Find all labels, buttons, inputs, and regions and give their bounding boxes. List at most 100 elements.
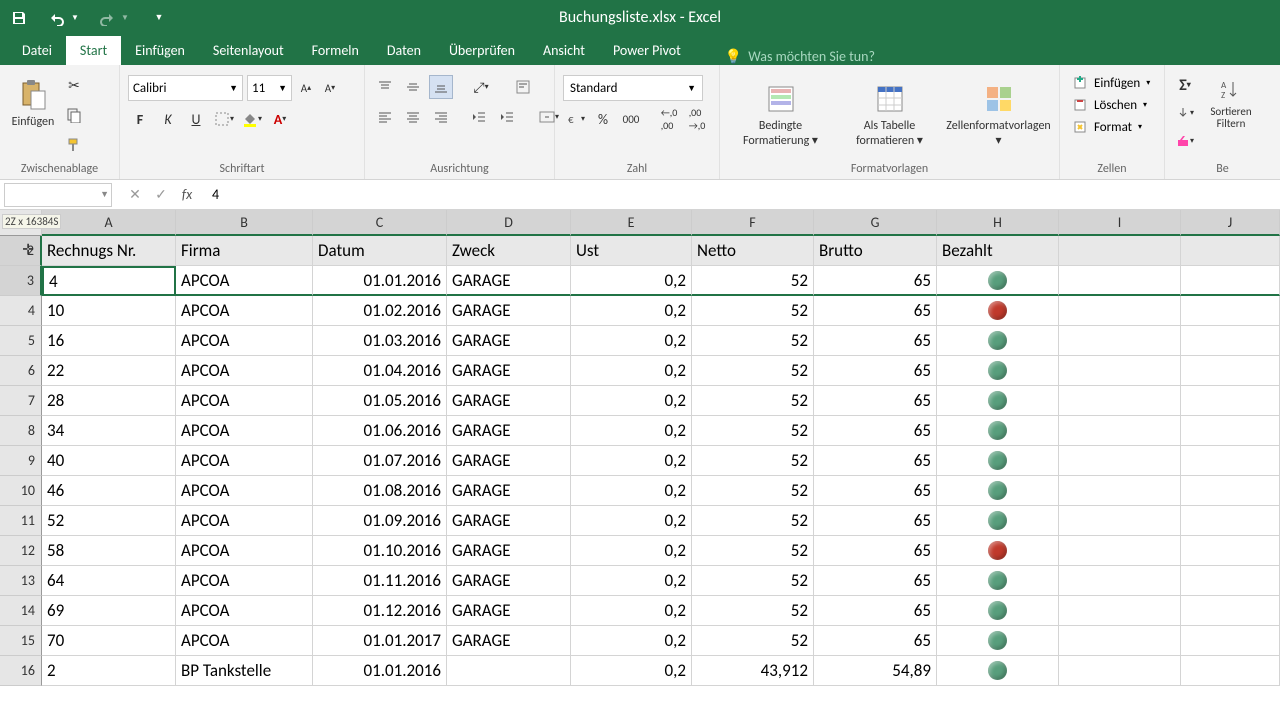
align-left-button[interactable]	[373, 105, 397, 129]
cell[interactable]: 52	[692, 596, 814, 626]
tab-formeln[interactable]: Formeln	[298, 36, 373, 65]
cell[interactable]: 01.04.2016	[313, 356, 447, 386]
cell[interactable]	[1181, 476, 1280, 506]
increase-indent-button[interactable]	[495, 105, 519, 129]
cell[interactable]	[937, 446, 1059, 476]
cell[interactable]: GARAGE	[447, 506, 571, 536]
column-header-D[interactable]: D	[447, 210, 571, 236]
cell[interactable]: 01.09.2016	[313, 506, 447, 536]
cell[interactable]: APCOA	[176, 626, 313, 656]
cell[interactable]: 01.01.2017	[313, 626, 447, 656]
column-header-F[interactable]: F	[692, 210, 814, 236]
cell[interactable]: 0,2	[571, 536, 692, 566]
tab-daten[interactable]: Daten	[373, 36, 435, 65]
row-header[interactable]: 5	[0, 326, 42, 356]
cell[interactable]	[1059, 626, 1181, 656]
tab-powerpivot[interactable]: Power Pivot	[599, 36, 695, 65]
cells-delete-button[interactable]: Löschen▾	[1068, 95, 1151, 115]
row-header[interactable]: 4	[0, 296, 42, 326]
borders-button[interactable]: ▾	[212, 107, 236, 131]
cell[interactable]: 0,2	[571, 326, 692, 356]
cell[interactable]	[1059, 476, 1181, 506]
row-header[interactable]: 11	[0, 506, 42, 536]
cell[interactable]: 64	[42, 566, 176, 596]
cell[interactable]: 54,89	[814, 656, 937, 686]
cells-insert-button[interactable]: Einfügen▾	[1068, 73, 1154, 93]
cell[interactable]	[1181, 296, 1280, 326]
cell[interactable]: Bezahlt	[937, 236, 1059, 266]
cell[interactable]: GARAGE	[447, 416, 571, 446]
cell[interactable]	[937, 506, 1059, 536]
cell[interactable]: 0,2	[571, 296, 692, 326]
cell[interactable]: 2	[42, 656, 176, 686]
cell[interactable]	[937, 656, 1059, 686]
bold-button[interactable]: F	[128, 107, 152, 131]
cell[interactable]: 01.03.2016	[313, 326, 447, 356]
cell[interactable]: 01.01.2016	[313, 656, 447, 686]
autosum-button[interactable]: Σ▾	[1173, 73, 1197, 97]
decrease-font-button[interactable]: A▾	[320, 78, 340, 98]
cell[interactable]: 65	[814, 326, 937, 356]
cell[interactable]: 52	[692, 506, 814, 536]
cell[interactable]: GARAGE	[447, 536, 571, 566]
cell[interactable]: Brutto	[814, 236, 937, 266]
decrease-decimal-button[interactable]: ,00→,0	[685, 107, 709, 131]
cell[interactable]: GARAGE	[447, 446, 571, 476]
tab-start[interactable]: Start	[66, 36, 121, 65]
cell[interactable]	[1181, 566, 1280, 596]
tab-ansicht[interactable]: Ansicht	[529, 36, 599, 65]
clear-button[interactable]: ▾	[1173, 129, 1197, 153]
cell[interactable]	[1181, 536, 1280, 566]
cell[interactable]: 10	[42, 296, 176, 326]
cell[interactable]	[1181, 326, 1280, 356]
cell[interactable]	[1181, 626, 1280, 656]
font-color-button[interactable]: A▾	[268, 107, 292, 131]
orientation-button[interactable]: ⤢▾	[469, 75, 493, 99]
cell[interactable]: 0,2	[571, 566, 692, 596]
cell[interactable]: 65	[814, 566, 937, 596]
row-header[interactable]: 13	[0, 566, 42, 596]
cell[interactable]: 01.06.2016	[313, 416, 447, 446]
cell[interactable]: 52	[692, 266, 814, 296]
cell[interactable]: APCOA	[176, 536, 313, 566]
cell[interactable]: 52	[692, 476, 814, 506]
cell[interactable]: GARAGE	[447, 356, 571, 386]
cell[interactable]: 65	[814, 266, 937, 296]
tab-ueberpruefen[interactable]: Überprüfen	[435, 36, 529, 65]
cell[interactable]	[937, 296, 1059, 326]
cell[interactable]	[447, 656, 571, 686]
accounting-format-button[interactable]: €▾	[563, 107, 587, 131]
cell[interactable]: BP Tankstelle	[176, 656, 313, 686]
align-center-button[interactable]	[401, 105, 425, 129]
align-bottom-button[interactable]	[429, 75, 453, 99]
row-header[interactable]: 2✛	[0, 236, 42, 266]
cell[interactable]: 01.12.2016	[313, 596, 447, 626]
align-top-button[interactable]	[373, 75, 397, 99]
cell[interactable]: Rechnugs Nr.	[42, 236, 176, 266]
cell[interactable]	[937, 536, 1059, 566]
copy-button[interactable]	[62, 103, 86, 127]
cell[interactable]: 65	[814, 506, 937, 536]
formula-input[interactable]: 4	[206, 184, 1280, 205]
cell[interactable]	[1181, 356, 1280, 386]
format-painter-button[interactable]	[62, 133, 86, 157]
cell[interactable]: Netto	[692, 236, 814, 266]
cell[interactable]: 0,2	[571, 356, 692, 386]
qat-customize-icon[interactable]: ▼	[148, 7, 170, 29]
column-header-I[interactable]: I	[1059, 210, 1181, 236]
cell[interactable]: 0,2	[571, 386, 692, 416]
align-right-button[interactable]	[429, 105, 453, 129]
cell[interactable]: 01.11.2016	[313, 566, 447, 596]
cell[interactable]: 65	[814, 626, 937, 656]
cell[interactable]	[1059, 416, 1181, 446]
cell[interactable]: 52	[692, 536, 814, 566]
cell[interactable]: 69	[42, 596, 176, 626]
cell[interactable]	[937, 476, 1059, 506]
cell[interactable]	[1181, 656, 1280, 686]
cell[interactable]: APCOA	[176, 266, 313, 296]
cell[interactable]: 22	[42, 356, 176, 386]
percent-format-button[interactable]: %	[591, 107, 615, 131]
fill-color-button[interactable]: ▾	[240, 107, 264, 131]
cell[interactable]: 65	[814, 596, 937, 626]
cell[interactable]: 43,912	[692, 656, 814, 686]
